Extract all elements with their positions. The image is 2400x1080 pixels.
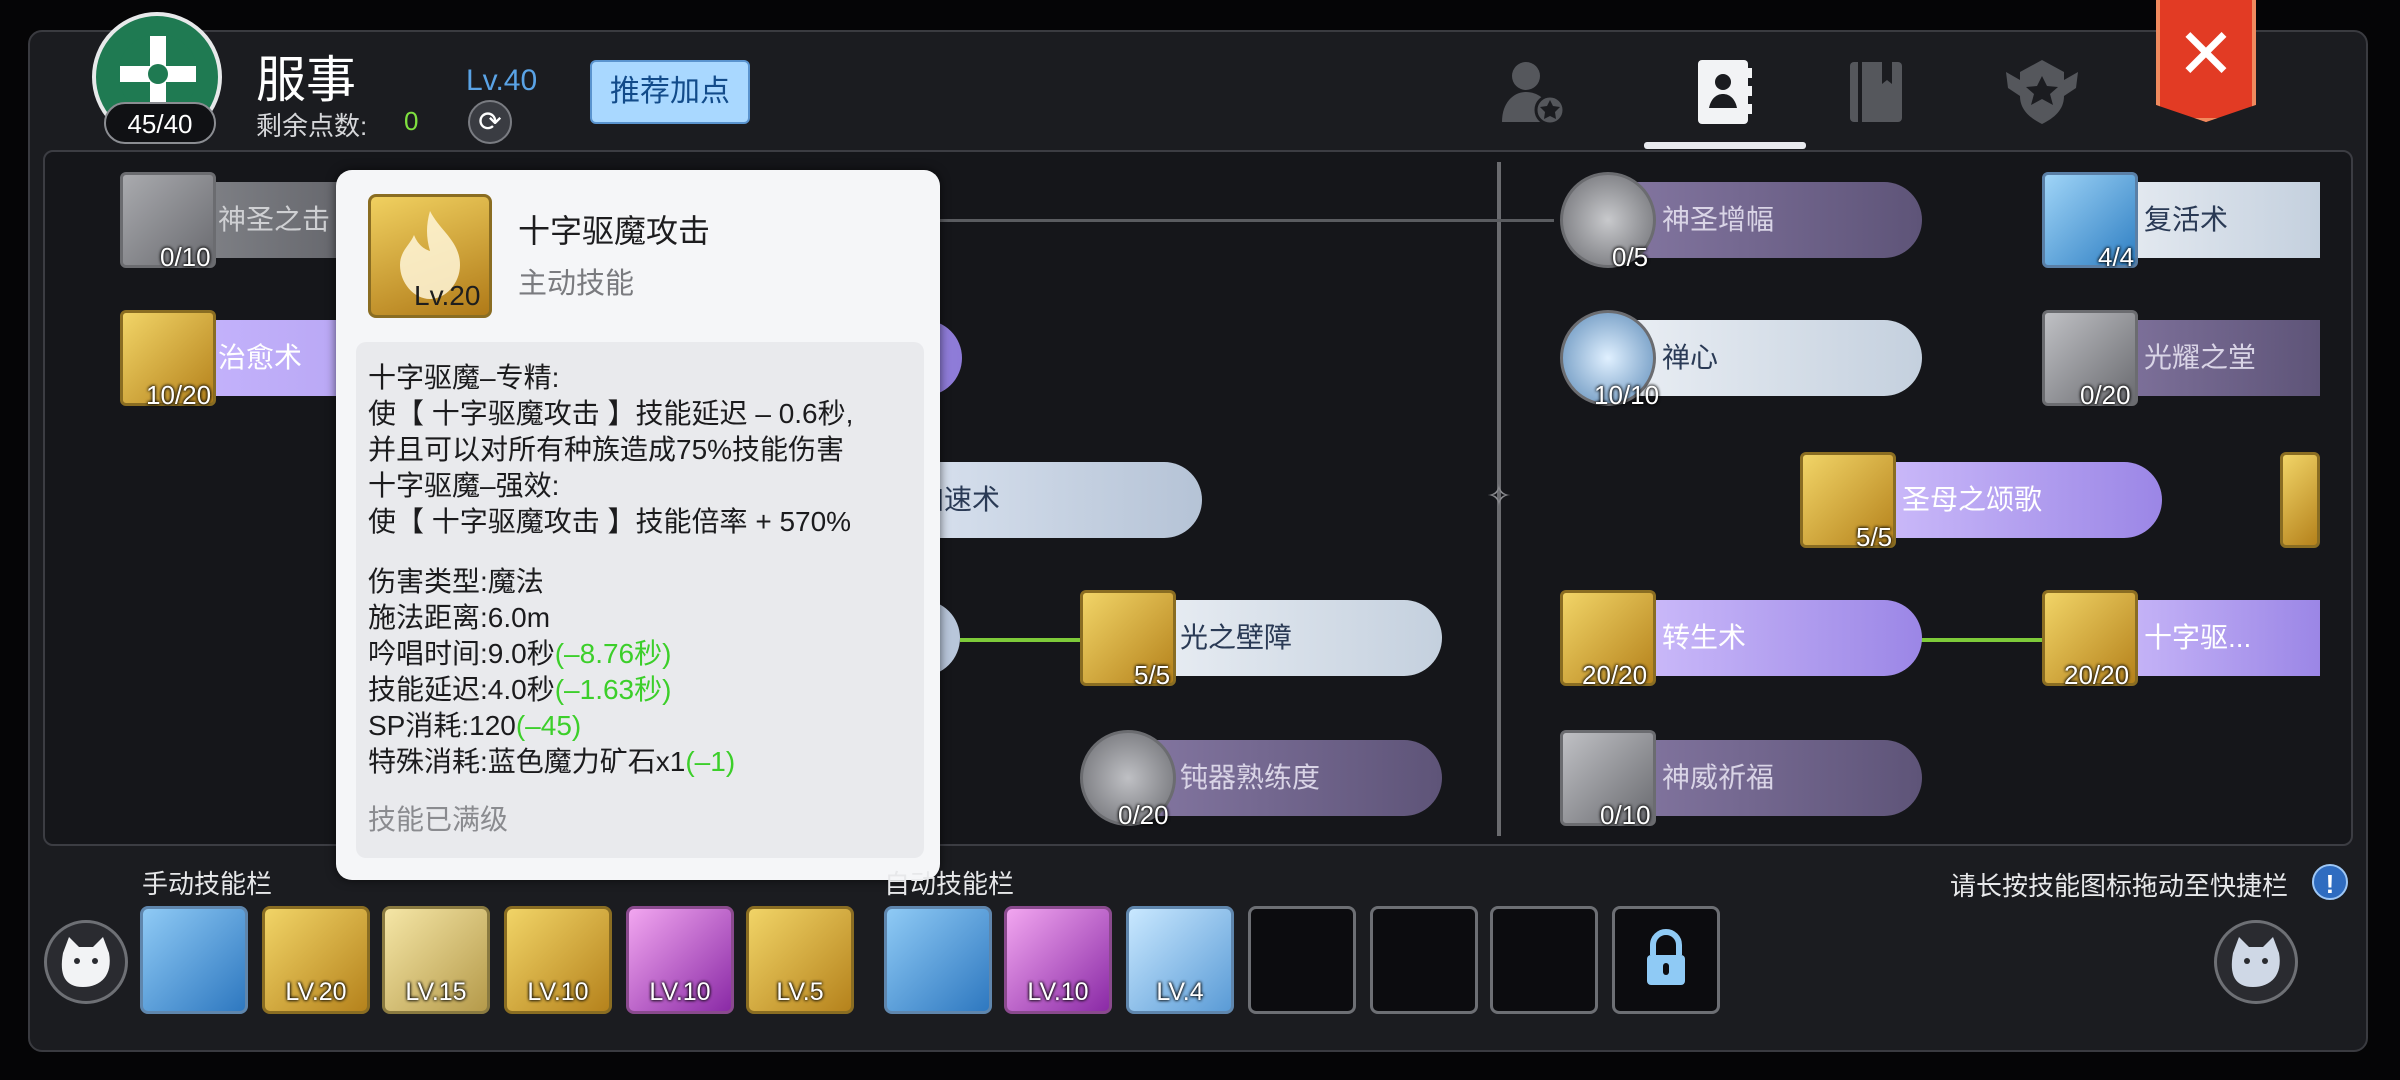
skill-level: 20/20 — [1582, 660, 1648, 690]
skill-level: 0/5 — [1612, 242, 1649, 272]
manual-slot[interactable]: LV.15 — [382, 906, 490, 1014]
divider-ornament-icon: ✧ — [1486, 480, 1512, 513]
tooltip-desc-line: 并且可以对所有种族造成75%技能伤害 — [368, 434, 845, 465]
remaining-points-value: 0 — [404, 106, 419, 136]
connector-line — [936, 219, 1554, 222]
close-button[interactable]: ✕ — [2156, 0, 2256, 122]
auto-skill-bar-label: 自动技能栏 — [884, 869, 1015, 899]
tooltip-chant-time: 吟唱时间:9.0秒(–8.76秒) — [368, 638, 672, 669]
skill-level: 4/4 — [2098, 242, 2135, 272]
reset-points-button[interactable]: ⟳ — [468, 100, 512, 144]
job-level: Lv.40 — [466, 64, 538, 97]
cat-face-icon — [61, 937, 110, 987]
tooltip-damage-type: 伤害类型:魔法 — [368, 566, 544, 597]
cat-mascot-left[interactable] — [44, 920, 128, 1004]
cat-mascot-right[interactable] — [2214, 920, 2298, 1004]
close-icon: ✕ — [2176, 15, 2236, 93]
tab-book[interactable] — [1836, 52, 1916, 132]
auto-slot[interactable]: LV.4 — [1126, 906, 1234, 1014]
auto-slot[interactable] — [884, 906, 992, 1014]
tooltip-max-level: 技能已满级 — [368, 804, 509, 835]
auto-slot[interactable]: LV.10 — [1004, 906, 1112, 1014]
cat-face-icon — [2231, 937, 2280, 987]
manual-slot[interactable]: LV.10 — [504, 906, 612, 1014]
skill-level: 0/20 — [2080, 380, 2131, 410]
tooltip-desc-line: 十字驱魔–强效: — [368, 470, 560, 501]
tooltip-delay: 技能延迟:4.0秒(–1.63秒) — [368, 674, 672, 705]
info-icon[interactable]: ! — [2312, 864, 2348, 900]
tooltip-skill-type: 主动技能 — [518, 268, 635, 300]
skill-level: 5/5 — [1134, 660, 1171, 690]
tooltip-sp-cost: SP消耗:120(–45) — [368, 710, 582, 741]
skill-level: 5/5 — [1856, 522, 1893, 552]
skill-level: 0/10 — [160, 242, 211, 272]
skill-level: 10/10 — [1594, 380, 1660, 410]
tooltip-skill-name: 十字驱魔攻击 — [518, 213, 711, 249]
job-name: 服事 — [256, 52, 356, 108]
connector-line-active — [960, 638, 1084, 642]
remaining-points-label: 剩余点数: — [256, 111, 368, 141]
connector-line-active — [1920, 638, 2044, 642]
winged-star-icon — [2006, 60, 2078, 124]
tooltip-desc-line: 十字驱魔–专精: — [368, 362, 560, 393]
tooltip-desc-line: 使【 十字驱魔攻击 】技能延迟 – 0.6秒, — [368, 398, 854, 429]
tab-character[interactable] — [1494, 52, 1574, 132]
auto-slot-empty[interactable] — [1370, 906, 1478, 1014]
lock-icon — [1647, 929, 1685, 985]
recommend-points-button[interactable]: 推荐加点 — [590, 60, 750, 124]
skill-tooltip: Lv.20 十字驱魔攻击 主动技能 十字驱魔–专精: 使【 十字驱魔攻击 】技能… — [336, 170, 940, 880]
tab-emblem[interactable] — [2002, 52, 2082, 132]
skill-level: 20/20 — [2064, 660, 2130, 690]
contact-book-icon — [1698, 60, 1752, 124]
partial-skill-icon[interactable] — [2280, 452, 2320, 548]
character-star-icon — [1502, 62, 1566, 126]
manual-skill-bar-label: 手动技能栏 — [142, 869, 273, 899]
tooltip-special-cost: 特殊消耗:蓝色魔力矿石x1(–1) — [368, 746, 736, 777]
skill-level: 0/10 — [1600, 800, 1651, 830]
auto-slot-empty[interactable] — [1248, 906, 1356, 1014]
book-icon — [1850, 62, 1902, 122]
auto-slot-locked[interactable] — [1612, 906, 1720, 1014]
tooltip-desc-line: 使【 十字驱魔攻击 】技能倍率 + 570% — [368, 506, 852, 537]
tooltip-cast-range: 施法距离:6.0m — [368, 602, 551, 633]
manual-slot[interactable]: LV.10 — [626, 906, 734, 1014]
skill-level: 0/20 — [1118, 800, 1169, 830]
manual-slot[interactable] — [140, 906, 248, 1014]
manual-slot[interactable]: LV.20 — [262, 906, 370, 1014]
auto-slot-empty[interactable] — [1490, 906, 1598, 1014]
manual-slot[interactable]: LV.5 — [746, 906, 854, 1014]
tab-skills[interactable] — [1684, 52, 1764, 132]
skill-level: 10/20 — [146, 380, 212, 410]
refresh-icon: ⟳ — [478, 106, 502, 137]
emblem-count: 45/40 — [104, 102, 216, 144]
active-tab-indicator — [1644, 142, 1806, 149]
drag-hint: 请长按技能图标拖动至快捷栏 — [1950, 871, 2289, 901]
tooltip-icon-level: Lv.20 — [414, 280, 481, 311]
